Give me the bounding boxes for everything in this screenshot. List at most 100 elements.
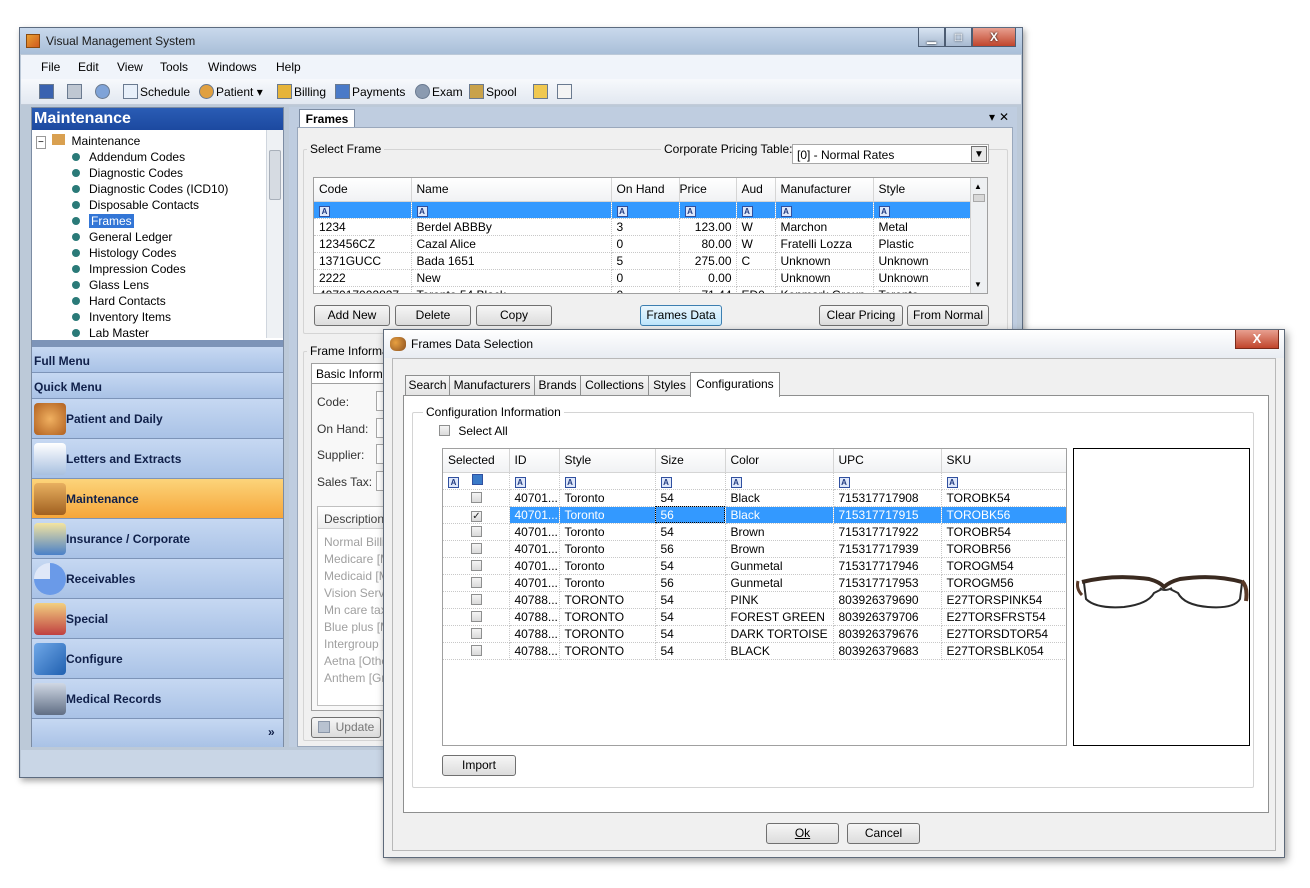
filter-cell[interactable]: A <box>873 201 973 219</box>
column-header[interactable]: Manufacturer <box>775 178 874 202</box>
nav-medical-records[interactable]: Medical Records <box>32 678 283 718</box>
table-row[interactable]: 40701... Toronto 56 Brown 715317717939 TOROBR… <box>443 540 1066 558</box>
nav-maintenance[interactable]: Maintenance <box>32 478 283 518</box>
table-row[interactable]: 40788... TORONTO 54 DARK TORTOISE 8039263796… <box>443 625 1066 643</box>
cancel-button[interactable]: Cancel <box>847 823 920 844</box>
filter-cell[interactable]: A <box>559 472 656 490</box>
row-checkbox[interactable] <box>471 525 482 537</box>
chevron-down-icon[interactable]: ▼ <box>974 280 982 289</box>
tab-manufacturers[interactable]: Manufacturers <box>449 375 535 396</box>
print-icon[interactable] <box>67 84 84 99</box>
filter-cell[interactable]: A <box>411 201 612 219</box>
column-header[interactable]: Aud <box>736 178 776 202</box>
nav-receivables[interactable]: Receivables <box>32 558 283 598</box>
tree-scrollbar[interactable] <box>266 130 283 338</box>
nav-letters-and-extracts[interactable]: Letters and Extracts <box>32 438 283 478</box>
main-title-bar[interactable]: Visual Management System ▁ □ X <box>20 28 1022 54</box>
maximize-button[interactable]: □ <box>945 28 972 47</box>
menu-edit[interactable]: Edit <box>78 60 99 74</box>
tree-root[interactable]: − Maintenance <box>36 134 140 149</box>
exam-button[interactable]: Exam <box>415 84 463 99</box>
column-header[interactable]: UPC <box>833 449 942 473</box>
table-row[interactable]: 40788... TORONTO 54 PINK 803926379690 E27TORS… <box>443 591 1066 609</box>
patient-button[interactable]: Patient ▾ <box>199 84 263 99</box>
quick-menu[interactable]: Quick Menu <box>32 372 283 398</box>
scroll-thumb[interactable] <box>973 194 985 202</box>
column-header[interactable]: ID <box>509 449 560 473</box>
nav-insurance-corporate[interactable]: Insurance / Corporate <box>32 518 283 558</box>
nav-special[interactable]: Special <box>32 598 283 638</box>
close-tab-icon[interactable]: ✕ <box>999 110 1009 124</box>
column-header[interactable]: Style <box>873 178 973 202</box>
column-header[interactable]: Code <box>314 178 412 202</box>
close-button[interactable]: X <box>972 28 1016 47</box>
tab-search[interactable]: Search <box>405 375 450 396</box>
filter-cell[interactable]: A <box>509 472 560 490</box>
close-button[interactable]: X <box>1235 330 1279 349</box>
table-row[interactable]: 2222 New 0 0.00 Unknown Unknown <box>314 269 973 287</box>
menu-view[interactable]: View <box>117 60 143 74</box>
ok-button[interactable]: Ok <box>766 823 839 844</box>
menu-windows[interactable]: Windows <box>208 60 257 74</box>
table-row[interactable]: 407017002827Toronto 54 Black071.44ED0Ken… <box>314 286 973 293</box>
table-row[interactable]: 123456CZ Cazal Alice 0 80.00 W Fratelli Lozza… <box>314 235 973 253</box>
row-checkbox[interactable] <box>471 559 482 571</box>
row-checkbox[interactable]: ✓ <box>471 511 482 522</box>
frames-data-button[interactable]: Frames Data <box>640 305 722 326</box>
refresh-icon[interactable] <box>95 84 112 99</box>
from-normal-button[interactable]: From Normal <box>907 305 989 326</box>
filter-cell[interactable]: A <box>611 201 680 219</box>
scroll-thumb[interactable] <box>269 150 281 200</box>
checkbox[interactable] <box>439 425 450 436</box>
save-icon[interactable] <box>39 84 56 99</box>
chevron-up-icon[interactable]: ▲ <box>974 182 982 191</box>
minimize-button[interactable]: ▁ <box>918 28 945 47</box>
clear-pricing-button[interactable]: Clear Pricing <box>819 305 903 326</box>
document-icon[interactable] <box>557 84 574 99</box>
tree-item[interactable]: Disposable Contacts <box>72 198 199 212</box>
schedule-button[interactable]: Schedule <box>123 84 190 99</box>
filter-cell[interactable]: A <box>736 201 776 219</box>
delete-button[interactable]: Delete <box>395 305 471 326</box>
tab-brands[interactable]: Brands <box>534 375 581 396</box>
table-row[interactable]: 40701... Toronto 56 Gunmetal 715317717953 TOR… <box>443 574 1066 592</box>
tab-collections[interactable]: Collections <box>580 375 649 396</box>
tree-item[interactable]: Diagnostic Codes <box>72 166 183 180</box>
filter-cell[interactable]: A <box>314 201 412 219</box>
nav-configure[interactable]: Configure <box>32 638 283 678</box>
collapse-icon[interactable]: − <box>36 136 46 149</box>
table-row[interactable]: 40788... TORONTO 54 FOREST GREEN 80392637970… <box>443 608 1066 626</box>
table-row[interactable]: 40788... TORONTO 54 BLACK 803926379683 E27TOR… <box>443 642 1066 660</box>
tree-item[interactable]: Lab Master <box>72 326 149 340</box>
row-checkbox[interactable] <box>471 576 482 588</box>
grid-scrollbar[interactable]: ▲ ▼ <box>970 178 987 293</box>
select-all-checkbox[interactable]: Select All <box>439 424 508 438</box>
tree-item[interactable]: General Ledger <box>72 230 172 244</box>
column-header[interactable]: SKU <box>941 449 1066 473</box>
table-row[interactable]: 1371GUCC Bada 1651 5 275.00 C Unknown Unknown <box>314 252 973 270</box>
row-checkbox[interactable] <box>471 610 482 622</box>
chevron-down-icon[interactable]: ▼ <box>971 146 987 162</box>
column-header[interactable]: On Hand <box>611 178 680 202</box>
add-new-button[interactable]: Add New <box>314 305 390 326</box>
filter-cell[interactable]: A <box>833 472 942 490</box>
nav-overflow[interactable]: » <box>32 718 283 747</box>
tree-item[interactable]: Inventory Items <box>72 310 171 324</box>
tree-item[interactable]: Hard Contacts <box>72 294 166 308</box>
tree-item[interactable]: Diagnostic Codes (ICD10) <box>72 182 228 196</box>
column-header[interactable]: Color <box>725 449 834 473</box>
tree-item[interactable]: Impression Codes <box>72 262 186 276</box>
table-row[interactable]: 40701... Toronto 54 Black 715317717908 TOROBK… <box>443 489 1066 507</box>
chevron-down-icon[interactable]: ▾ <box>257 85 263 99</box>
filter-cell[interactable]: A <box>443 472 510 490</box>
menu-tools[interactable]: Tools <box>160 60 188 74</box>
tab-frames[interactable]: Frames <box>299 109 355 127</box>
filter-cell[interactable]: A <box>655 472 726 490</box>
menu-file[interactable]: File <box>41 60 60 74</box>
column-header[interactable]: Size <box>655 449 726 473</box>
tree-item-selected[interactable]: Frames <box>72 214 134 228</box>
spool-button[interactable]: Spool <box>469 84 517 99</box>
payments-button[interactable]: Payments <box>335 84 405 99</box>
full-menu[interactable]: Full Menu <box>32 346 283 372</box>
row-checkbox[interactable] <box>471 593 482 605</box>
